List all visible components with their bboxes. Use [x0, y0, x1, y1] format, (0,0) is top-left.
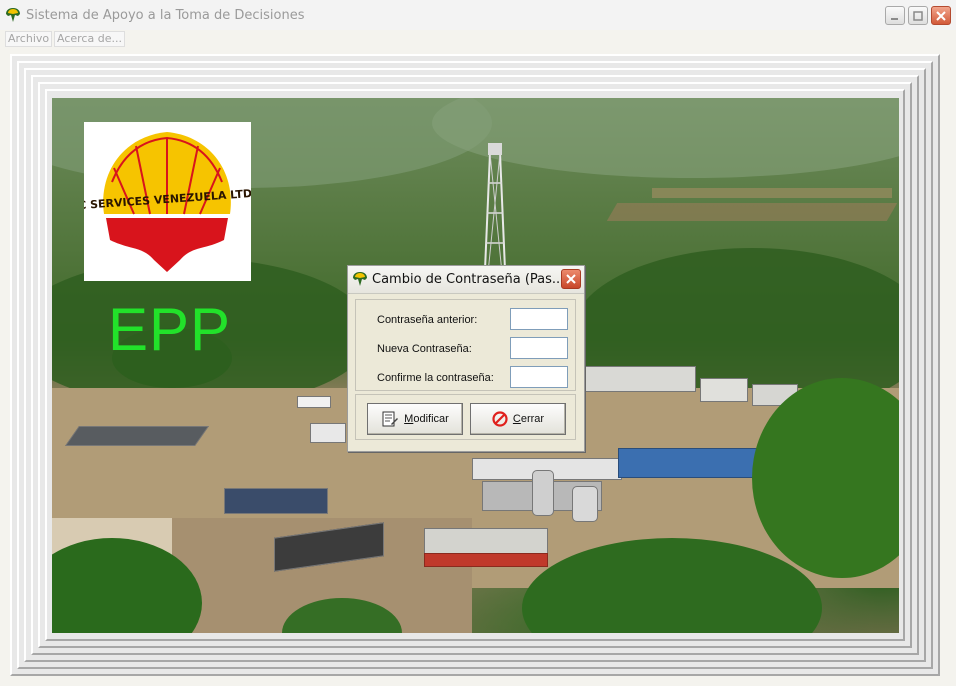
window-title: Sistema de Apoyo a la Toma de Decisiones — [26, 8, 305, 23]
modify-button[interactable]: Modificar — [367, 403, 463, 435]
maximize-button[interactable] — [908, 6, 928, 25]
minimize-button[interactable] — [885, 6, 905, 25]
app-icon — [353, 272, 367, 286]
dialog-title-bar[interactable]: Cambio de Contraseña (Pas... — [348, 266, 584, 294]
title-bar[interactable]: Sistema de Apoyo a la Toma de Decisiones — [0, 0, 956, 31]
main-window: Sistema de Apoyo a la Toma de Decisiones… — [0, 0, 956, 686]
edit-document-icon — [382, 411, 399, 427]
new-password-label: Nueva Contraseña: — [377, 343, 472, 355]
dialog-buttons-group: Modificar Cerrar — [355, 394, 576, 440]
dialog-close-button[interactable] — [561, 269, 581, 289]
menu-archivo[interactable]: Archivo — [5, 31, 53, 47]
cancel-button-label: Cerrar — [512, 413, 545, 425]
company-logo: CHPC SERVICES VENEZUELA LTD, S.A — [53, 122, 281, 281]
cancel-circle-icon — [492, 411, 508, 427]
app-label: EPP — [108, 296, 232, 363]
shell-logo-icon: CHPC SERVICES VENEZUELA LTD, S.A — [53, 132, 281, 272]
new-password-input[interactable] — [510, 337, 568, 359]
cancel-button[interactable]: Cerrar — [470, 403, 566, 435]
old-password-input[interactable] — [510, 308, 568, 330]
close-icon — [936, 10, 946, 21]
confirm-password-label: Confirme la contraseña: — [377, 372, 494, 384]
minimize-icon — [891, 17, 898, 20]
menu-bar: Archivo Acerca de... — [0, 30, 956, 48]
app-icon — [6, 8, 20, 22]
dialog-title: Cambio de Contraseña (Pas... — [372, 272, 565, 287]
close-button[interactable] — [931, 6, 951, 25]
menu-acerca-de[interactable]: Acerca de... — [54, 31, 125, 47]
old-password-label: Contraseña anterior: — [377, 314, 478, 326]
maximize-icon — [913, 10, 923, 21]
confirm-password-input[interactable] — [510, 366, 568, 388]
modify-button-label: Modificar — [404, 413, 449, 425]
close-icon — [566, 274, 576, 284]
change-password-dialog: Cambio de Contraseña (Pas... Contraseña … — [347, 265, 585, 452]
password-fields-group: Contraseña anterior: Nueva Contraseña: C… — [355, 299, 576, 391]
